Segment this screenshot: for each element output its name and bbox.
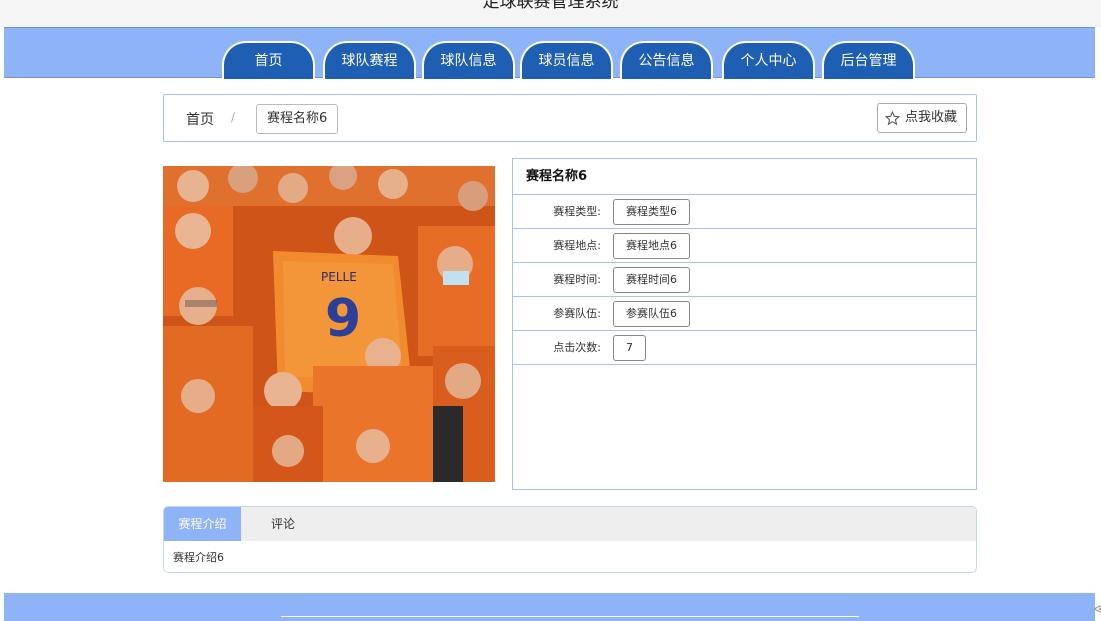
detail-label: 赛程类型:	[553, 205, 601, 218]
favorite-button[interactable]: 点我收藏	[877, 103, 967, 133]
tab-content: 赛程介绍6	[173, 551, 224, 564]
nav-player-info[interactable]: 球员信息	[520, 41, 613, 79]
detail-label: 赛程时间:	[553, 273, 601, 286]
favorite-label: 点我收藏	[904, 110, 957, 125]
detail-value: 赛程地点6	[613, 233, 690, 259]
top-navbar: 首页 球队赛程 球队信息 球员信息 公告信息 个人中心 后台管理	[4, 27, 1095, 79]
detail-row-location: 赛程地点: 赛程地点6	[513, 229, 976, 263]
detail-label: 赛程地点:	[553, 239, 601, 252]
detail-tabs: 赛程介绍 评论 赛程介绍6	[163, 506, 977, 573]
tab-bar: 赛程介绍 评论	[164, 507, 976, 541]
detail-label: 参赛队伍:	[553, 307, 601, 320]
jersey-number: 9	[325, 289, 361, 349]
jersey-name: PELLE	[321, 270, 357, 284]
detail-value: 7	[613, 335, 646, 361]
detail-title: 赛程名称6	[513, 159, 976, 195]
tab-introduction[interactable]: 赛程介绍	[164, 507, 241, 541]
detail-value: 参赛队伍6	[613, 301, 690, 327]
nav-admin[interactable]: 后台管理	[822, 41, 915, 79]
breadcrumb-separator: /	[231, 110, 236, 124]
detail-row-time: 赛程时间: 赛程时间6	[513, 263, 976, 297]
footer	[4, 593, 1095, 621]
app-title: 足球联赛管理系统	[482, 0, 619, 12]
breadcrumb-home[interactable]: 首页	[186, 109, 214, 129]
breadcrumb: 首页 / 赛程名称6 点我收藏	[163, 94, 977, 142]
star-icon	[885, 111, 900, 126]
schedule-photo: PELLE 9	[163, 166, 495, 482]
tab-comments[interactable]: 评论	[241, 507, 325, 541]
detail-row-clicks: 点击次数: 7	[513, 331, 976, 365]
detail-label: 点击次数:	[553, 341, 601, 354]
detail-row-teams: 参赛队伍: 参赛队伍6	[513, 297, 976, 331]
detail-row-type: 赛程类型: 赛程类型6	[513, 195, 976, 229]
breadcrumb-current: 赛程名称6	[256, 104, 339, 134]
title-bar: 足球联赛管理系统	[0, 0, 1101, 27]
schedule-detail-panel: 赛程名称6 赛程类型: 赛程类型6 赛程地点: 赛程地点6 赛程时间: 赛程时间…	[512, 158, 977, 490]
footer-divider	[281, 616, 859, 617]
nav-home[interactable]: 首页	[222, 41, 315, 79]
detail-value: 赛程类型6	[613, 199, 690, 225]
nav-team-schedule[interactable]: 球队赛程	[323, 41, 416, 79]
nav-announcements[interactable]: 公告信息	[620, 41, 713, 79]
collapse-arrow-icon[interactable]: ≪	[1093, 602, 1101, 617]
nav-team-info[interactable]: 球队信息	[422, 41, 515, 79]
nav-personal-center[interactable]: 个人中心	[722, 41, 815, 79]
detail-value: 赛程时间6	[613, 267, 690, 293]
